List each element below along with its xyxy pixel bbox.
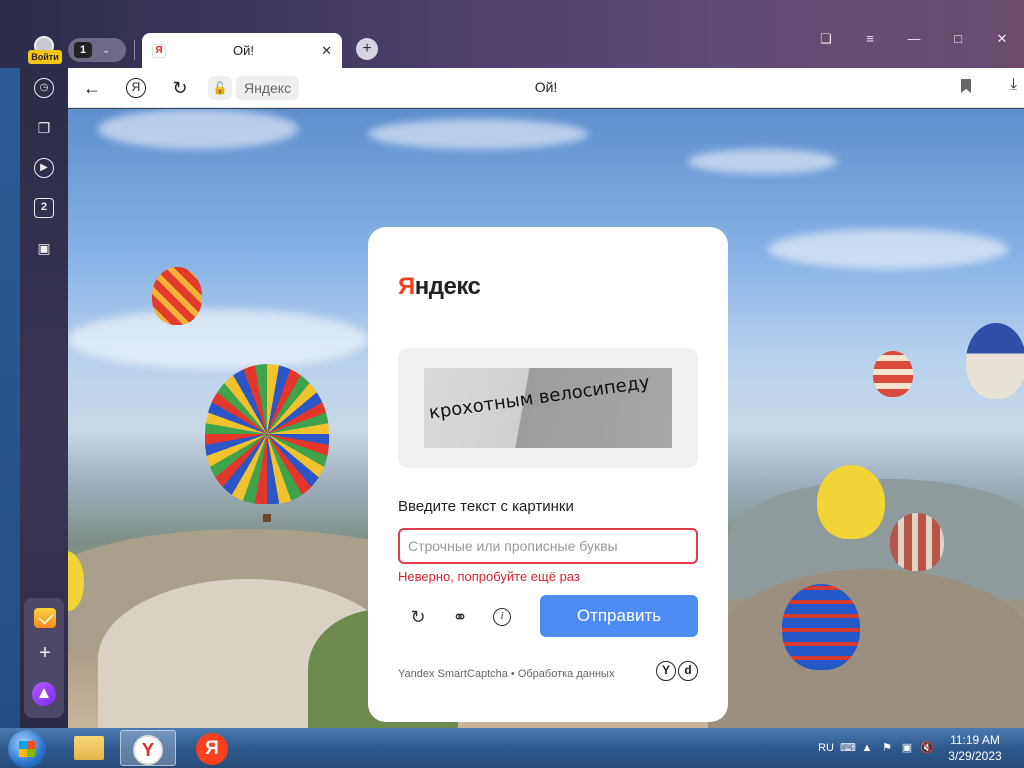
history-icon[interactable]: ◷ — [34, 78, 54, 98]
collections-icon[interactable]: ❐ — [34, 118, 54, 138]
tab-count-button[interactable]: 1 ⌄ — [68, 38, 126, 62]
show-hidden-icon[interactable]: ▲ — [860, 741, 874, 755]
smartcaptcha-logo: Y d — [656, 661, 698, 681]
reload-icon[interactable]: ↻ — [168, 76, 192, 100]
window-controls: ❏ ≡ — □ ✕ — [804, 28, 1024, 50]
cloud — [368, 119, 588, 149]
login-badge[interactable]: Войти — [28, 50, 62, 64]
browser-sidebar: ◷ ❐ ▶ 2 ▣ + — [20, 68, 68, 728]
add-icon[interactable]: + — [34, 642, 56, 665]
y-logo-icon: Y — [656, 661, 676, 681]
keyboard-icon[interactable]: ⌨ — [840, 741, 856, 755]
divider — [134, 40, 135, 60]
balloon — [782, 584, 860, 670]
balloon-basket — [263, 514, 271, 522]
tab-title: Ой! — [233, 43, 255, 58]
headphones-icon[interactable]: ⚭ — [448, 605, 472, 629]
address-bar[interactable]: 🔓 Яндекс — [208, 76, 300, 100]
yandex-app-icon: Я — [196, 733, 228, 765]
yandex-logo: Яндекс — [398, 273, 481, 301]
cloud — [768, 229, 1008, 269]
refresh-icon[interactable]: ↻ — [406, 605, 430, 629]
action-center-icon[interactable]: ⚑ — [880, 741, 894, 755]
yandex-icon[interactable]: Я — [126, 78, 146, 98]
mail-icon[interactable] — [34, 608, 56, 628]
alice-icon[interactable] — [32, 682, 56, 706]
volume-muted-icon[interactable]: 🔇 — [920, 741, 934, 755]
profile-button[interactable]: Войти — [28, 36, 62, 68]
taskbar: Y Я RU ⌨ ▲ ⚑ ▣ 🔇 11:19 AM 3/29/2023 — [0, 728, 1024, 768]
cloud — [98, 109, 298, 149]
yandex-taskbar-button[interactable]: Я — [184, 730, 240, 766]
sidebar-apps: + — [24, 598, 64, 718]
captcha-input[interactable] — [398, 528, 698, 564]
captcha-image: крохотным велосипеду — [424, 368, 672, 448]
bookmarks-panel-icon[interactable]: ❏ — [804, 28, 848, 50]
lock-icon[interactable]: 🔓 — [208, 76, 232, 100]
captcha-footer[interactable]: Yandex SmartCaptcha • Обработка данных — [398, 668, 614, 680]
language-indicator[interactable]: RU — [818, 742, 834, 754]
logo-letter: Я — [398, 273, 415, 300]
captcha-image-text: крохотным велосипеду — [427, 371, 651, 424]
screenshot-icon[interactable]: ▣ — [34, 238, 54, 258]
start-button[interactable] — [8, 730, 46, 768]
cloud — [688, 149, 838, 174]
close-window-button[interactable]: ✕ — [980, 28, 1024, 50]
clock-date: 3/29/2023 — [948, 749, 1002, 763]
captcha-prompt: Введите текст с картинки — [398, 498, 574, 515]
browser-titlebar: Войти 1 ⌄ Я Ой! ✕ + ❏ ≡ — □ ✕ — [0, 0, 1024, 68]
d-logo-icon: d — [678, 661, 698, 681]
info-icon[interactable]: i — [493, 608, 511, 626]
network-icon[interactable]: ▣ — [900, 741, 914, 755]
download-icon[interactable]: ⤓ — [1010, 76, 1017, 94]
sidebar-badge-number[interactable]: 2 — [34, 198, 54, 218]
chevron-down-icon: ⌄ — [102, 44, 111, 56]
desktop-edge — [0, 0, 20, 728]
clock-time: 11:19 AM — [950, 733, 1000, 747]
tab-count: 1 — [74, 42, 92, 58]
explorer-taskbar-button[interactable] — [62, 730, 118, 766]
captcha-image-container: крохотным велосипеду — [398, 348, 698, 468]
menu-icon[interactable]: ≡ — [848, 28, 892, 50]
domain-label[interactable]: Яндекс — [236, 76, 300, 100]
video-icon[interactable]: ▶ — [34, 158, 54, 178]
balloon — [873, 351, 913, 397]
minimize-button[interactable]: — — [892, 28, 936, 50]
yandex-favicon-icon: Я — [152, 43, 166, 58]
bookmark-icon[interactable] — [960, 78, 972, 94]
system-tray: RU ⌨ ▲ ⚑ ▣ 🔇 11:19 AM 3/29/2023 — [818, 728, 1024, 768]
captcha-card: Яндекс крохотным велосипеду Введите текс… — [368, 227, 728, 722]
balloon — [817, 465, 885, 539]
clock[interactable]: 11:19 AM 3/29/2023 — [940, 732, 1010, 764]
yandex-browser-taskbar-button[interactable]: Y — [120, 730, 176, 766]
back-icon[interactable]: ← — [80, 76, 104, 100]
error-message: Неверно, попробуйте ещё раз — [398, 569, 580, 584]
balloon — [152, 267, 202, 325]
tab-active[interactable]: Я Ой! ✕ — [142, 33, 342, 68]
browser-toolbar: Ой! ← Я ↻ 🔓 Яндекс ⤓ — [68, 68, 1024, 108]
balloon — [966, 323, 1024, 399]
close-icon[interactable]: ✕ — [321, 43, 332, 59]
submit-button[interactable]: Отправить — [540, 595, 698, 637]
maximize-button[interactable]: □ — [936, 28, 980, 50]
folder-icon — [74, 736, 104, 760]
balloon — [205, 364, 329, 504]
balloon — [890, 513, 944, 571]
logo-rest: ндекс — [414, 273, 481, 300]
new-tab-button[interactable]: + — [356, 38, 378, 60]
cloud — [68, 309, 368, 369]
yandex-browser-icon: Y — [133, 735, 163, 765]
